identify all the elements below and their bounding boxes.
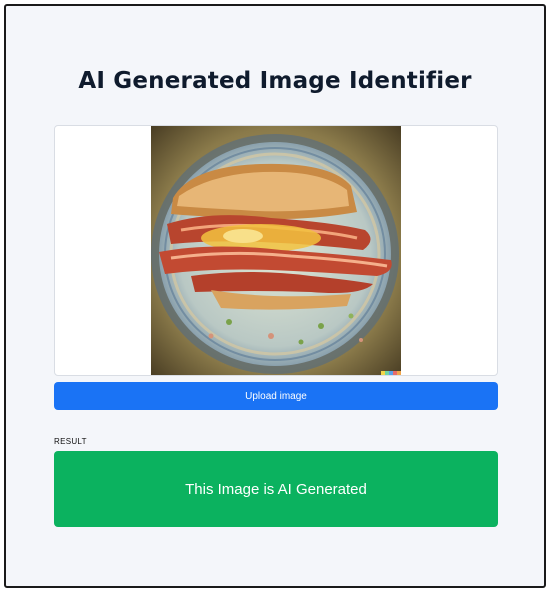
result-text: This Image is AI Generated [185, 480, 367, 498]
image-preview [54, 125, 498, 376]
result-box: This Image is AI Generated [54, 451, 498, 527]
page-title: AI Generated Image Identifier [78, 68, 472, 94]
uploaded-image [151, 126, 401, 375]
app-window: AI Generated Image Identifier Upload ima… [4, 4, 546, 588]
upload-image-button[interactable]: Upload image [54, 382, 498, 410]
result-label: RESULT [54, 437, 87, 446]
